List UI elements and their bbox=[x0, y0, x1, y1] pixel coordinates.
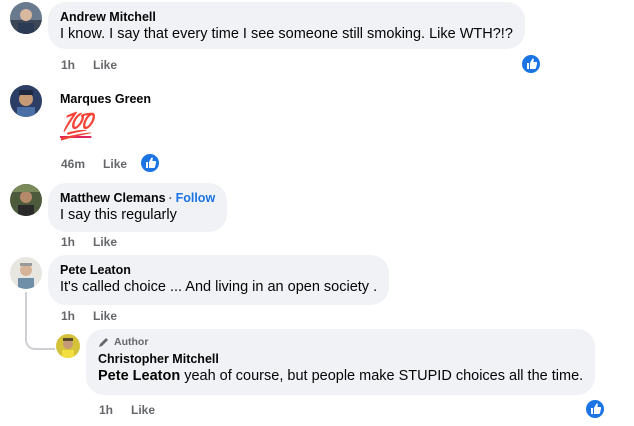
thumbs-up-icon[interactable] bbox=[584, 398, 606, 420]
comment-actions: 46m Like bbox=[61, 157, 145, 171]
thumbs-up-icon[interactable] bbox=[139, 152, 161, 174]
avatar[interactable] bbox=[10, 257, 42, 289]
comment-bubble: Pete Leaton It's called choice ... And l… bbox=[48, 255, 390, 305]
like-button[interactable]: Like bbox=[103, 157, 127, 171]
pencil-icon bbox=[99, 337, 109, 347]
commenter-name[interactable]: Pete Leaton bbox=[60, 262, 377, 278]
comment-time[interactable]: 1h bbox=[61, 309, 75, 323]
comment-text: Pete Leaton yeah of course, but people m… bbox=[98, 367, 583, 386]
like-button[interactable]: Like bbox=[93, 309, 117, 323]
avatar[interactable] bbox=[10, 85, 42, 117]
commenter-name[interactable]: Marques Green bbox=[60, 91, 151, 107]
comment-text: I say this regularly bbox=[60, 207, 177, 223]
comment-bubble: Andrew Mitchell I know. I say that every… bbox=[48, 2, 525, 49]
commenter-name[interactable]: Christopher Mitchell bbox=[98, 351, 583, 367]
hundred-points-emoji: 💯 bbox=[60, 111, 92, 141]
author-label: Author bbox=[114, 336, 149, 348]
comment-time[interactable]: 1h bbox=[61, 235, 75, 249]
reply-thread-line bbox=[25, 292, 55, 350]
avatar[interactable] bbox=[10, 184, 42, 216]
thumbs-up-icon[interactable] bbox=[520, 53, 542, 75]
comment-actions: 1h Like bbox=[61, 235, 135, 249]
like-button[interactable]: Like bbox=[93, 235, 117, 249]
like-button[interactable]: Like bbox=[131, 403, 155, 417]
like-button[interactable]: Like bbox=[93, 58, 117, 72]
commenter-header: Matthew Clemans · Follow bbox=[60, 190, 215, 206]
comment-bubble: Matthew Clemans · Follow I say this regula… bbox=[48, 183, 228, 232]
avatar[interactable] bbox=[10, 2, 42, 34]
reply-bubble: Author Christopher Mitchell Pete Leaton … bbox=[86, 329, 596, 395]
comment-text: It's called choice ... And living in an … bbox=[60, 279, 378, 295]
comment-time[interactable]: 1h bbox=[61, 58, 75, 72]
comment-actions: 1h Like bbox=[61, 58, 135, 72]
reply-text: yeah of course, but people make STUPID c… bbox=[180, 368, 584, 384]
comment-time[interactable]: 46m bbox=[61, 157, 85, 171]
mention-link[interactable]: Pete Leaton bbox=[98, 368, 180, 384]
separator-dot: · bbox=[168, 191, 173, 205]
commenter-name[interactable]: Andrew Mitchell bbox=[60, 9, 513, 25]
follow-button[interactable]: Follow bbox=[176, 191, 216, 205]
comment-time[interactable]: 1h bbox=[99, 403, 113, 417]
avatar[interactable] bbox=[56, 334, 80, 358]
comment-actions: 1h Like bbox=[61, 309, 135, 323]
comment-text: I know. I say that every time I see some… bbox=[60, 26, 513, 42]
author-badge: Author bbox=[98, 335, 583, 349]
commenter-name[interactable]: Matthew Clemans bbox=[60, 191, 166, 205]
comment-actions: 1h Like bbox=[99, 403, 173, 417]
